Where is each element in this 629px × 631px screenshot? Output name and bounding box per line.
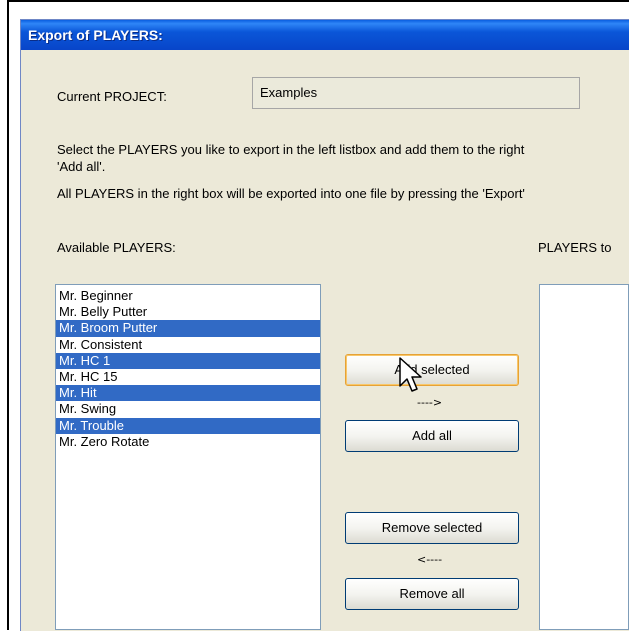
remove-arrow: <----: [417, 553, 443, 566]
list-item[interactable]: Mr. Belly Putter: [56, 304, 320, 320]
available-players-listbox[interactable]: Mr. Beginner Mr. Belly Putter Mr. Broom Pu…: [55, 284, 321, 630]
list-item[interactable]: Mr. HC 15: [56, 369, 320, 385]
current-project-field: Examples: [252, 77, 580, 109]
list-item[interactable]: Mr. Broom Putter: [56, 320, 320, 337]
list-item[interactable]: Mr. Zero Rotate: [56, 434, 320, 450]
remove-selected-button[interactable]: Remove selected: [345, 512, 519, 544]
available-players-label: Available PLAYERS:: [57, 240, 176, 255]
title-bar[interactable]: Export of PLAYERS:: [21, 20, 629, 50]
instruction-line-2: All PLAYERS in the right box will be exp…: [57, 186, 525, 201]
remove-all-button[interactable]: Remove all: [345, 578, 519, 610]
outer-frame-top: [7, 0, 629, 2]
list-item[interactable]: Mr. Swing: [56, 401, 320, 417]
players-to-export-listbox[interactable]: [539, 284, 629, 630]
add-all-button[interactable]: Add all: [345, 420, 519, 452]
list-item[interactable]: Mr. Beginner: [56, 288, 320, 304]
dialog-title: Export of PLAYERS:: [28, 27, 163, 43]
players-to-export-label: PLAYERS to: [538, 240, 612, 255]
list-item[interactable]: Mr. Consistent: [56, 337, 320, 353]
outer-frame-left: [7, 0, 9, 630]
list-item[interactable]: Mr. HC 1: [56, 352, 320, 369]
list-item[interactable]: Mr. Trouble: [56, 417, 320, 434]
add-selected-button[interactable]: Add selected: [345, 354, 519, 386]
mouse-pointer-icon: [399, 357, 422, 392]
instruction-line-1b: 'Add all'.: [57, 159, 106, 174]
instruction-line-1: Select the PLAYERS you like to export in…: [57, 142, 525, 157]
current-project-label: Current PROJECT:: [57, 89, 167, 104]
list-item[interactable]: Mr. Hit: [56, 385, 320, 402]
